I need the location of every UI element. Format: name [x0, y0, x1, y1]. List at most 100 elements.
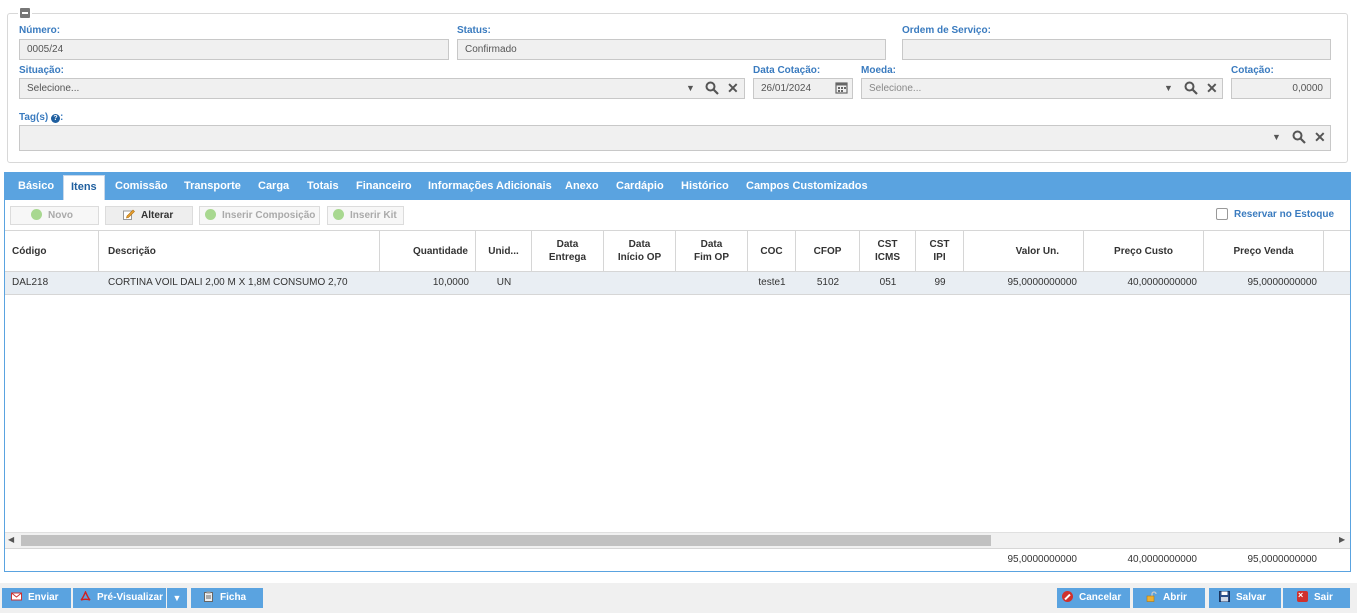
cell-coc: teste1 [758, 277, 786, 288]
scrollbar-thumb[interactable] [21, 535, 991, 546]
total-preco-venda: 95,0000000000 [1247, 554, 1317, 565]
total-valor-un: 95,0000000000 [1007, 554, 1077, 565]
ficha-button[interactable]: Ficha [191, 588, 263, 608]
edit-icon [123, 209, 135, 220]
inserir-composicao-button[interactable]: Inserir Composição [199, 206, 320, 225]
tags-field[interactable] [19, 125, 1331, 151]
col-header-data-fim-op[interactable]: Data Fim OP [676, 231, 748, 271]
cell-cfop: 5102 [816, 277, 840, 288]
tab-basico[interactable]: Básico [18, 180, 54, 192]
cell-cst-ipi: 99 [934, 277, 946, 288]
unlock-icon [1146, 590, 1157, 602]
cell-data-fim-op [676, 272, 748, 294]
col-header-preco-venda[interactable]: Preço Venda [1204, 231, 1324, 271]
tab-transporte[interactable]: Transporte [184, 180, 241, 192]
reservar-estoque-checkbox[interactable] [1216, 208, 1228, 220]
col-header-cst-ipi[interactable]: CST IPI [916, 231, 964, 271]
pre-visualizar-dropdown-button[interactable]: ▼ [167, 588, 187, 608]
tab-historico[interactable]: Histórico [681, 180, 729, 192]
tab-informacoes-adicionais[interactable]: Informações Adicionais [428, 180, 552, 192]
inserir-composicao-label: Inserir Composição [222, 210, 316, 221]
situacao-dropdown-icon[interactable]: ▼ [686, 79, 695, 98]
col-header-cst-icms[interactable]: CST ICMS [860, 231, 916, 271]
col-header-data-inicio-op[interactable]: Data Início OP [604, 231, 676, 271]
tab-cardapio[interactable]: Cardápio [616, 180, 664, 192]
ficha-label: Ficha [220, 592, 247, 603]
collapse-toggle-icon[interactable] [18, 8, 32, 19]
total-preco-custo: 40,0000000000 [1127, 554, 1197, 565]
chevron-down-icon: ▼ [172, 593, 182, 603]
cancelar-button[interactable]: Cancelar [1057, 588, 1130, 608]
pre-visualizar-button[interactable]: Pré-Visualizar [73, 588, 166, 608]
tags-clear-icon[interactable]: ✕ [1314, 128, 1326, 147]
envelope-icon [11, 590, 22, 601]
pdf-icon [80, 590, 91, 601]
col-header-quantidade[interactable]: Quantidade [380, 231, 476, 271]
cell-data-entrega [532, 272, 604, 294]
ordem-servico-field[interactable] [902, 39, 1331, 60]
cell-quantidade: 10,0000 [432, 277, 469, 288]
inserir-kit-label: Inserir Kit [350, 210, 397, 221]
novo-button[interactable]: Novo [10, 206, 99, 225]
tags-search-icon[interactable] [1292, 130, 1306, 144]
cotacao-field[interactable]: 0,0000 [1231, 78, 1331, 99]
tab-totais[interactable]: Totais [307, 180, 339, 192]
col-header-valor-un[interactable]: Valor Un. [964, 231, 1084, 271]
situacao-clear-icon[interactable]: ✕ [727, 79, 739, 98]
alterar-label: Alterar [141, 210, 174, 221]
cotacao-label: Cotação: [1231, 65, 1274, 76]
cell-descricao: CORTINA VOIL DALI 2,00 M X 1,8M CONSUMO … [108, 277, 348, 288]
help-icon[interactable]: ? [51, 114, 61, 123]
reservar-estoque-label[interactable]: Reservar no Estoque [1234, 209, 1334, 220]
sair-label: Sair [1314, 592, 1333, 603]
abrir-label: Abrir [1163, 592, 1187, 603]
enviar-button[interactable]: Enviar [2, 588, 71, 608]
col-header-cfop[interactable]: CFOP [796, 231, 860, 271]
moeda-dropdown-icon[interactable]: ▼ [1164, 79, 1173, 98]
col-header-unidade[interactable]: Unid... [476, 231, 532, 271]
tab-anexo[interactable]: Anexo [565, 180, 599, 192]
cell-data-inicio-op [604, 272, 676, 294]
cell-cst-icms: 051 [879, 277, 897, 288]
scroll-right-icon[interactable]: ▶ [1339, 535, 1345, 544]
cell-valor-un: 95,0000000000 [1007, 277, 1077, 288]
scroll-left-icon[interactable]: ◀ [8, 535, 14, 544]
tab-financeiro[interactable]: Financeiro [356, 180, 412, 192]
situacao-placeholder: Selecione... [27, 83, 80, 94]
cancel-icon [1062, 591, 1073, 602]
cell-codigo: DAL218 [12, 277, 49, 288]
add-icon [205, 209, 216, 220]
calendar-icon[interactable] [835, 81, 848, 94]
numero-label: Número: [19, 25, 61, 36]
tab-carga[interactable]: Carga [258, 180, 289, 192]
sair-button[interactable]: × Sair [1283, 588, 1350, 608]
moeda-clear-icon[interactable]: ✕ [1206, 79, 1218, 98]
abrir-button[interactable]: Abrir [1133, 588, 1205, 608]
situacao-select[interactable]: Selecione... [19, 78, 745, 99]
col-header-preco-custo[interactable]: Preço Custo [1084, 231, 1204, 271]
tab-campos-customizados[interactable]: Campos Customizados [746, 180, 868, 192]
tags-label-suffix: : [60, 112, 64, 123]
salvar-label: Salvar [1236, 592, 1267, 603]
salvar-button[interactable]: Salvar [1209, 588, 1281, 608]
moeda-search-icon[interactable] [1184, 81, 1198, 95]
tags-label-text: Tag(s) [19, 112, 49, 123]
col-header-data-entrega[interactable]: Data Entrega [532, 231, 604, 271]
add-icon [333, 209, 344, 220]
status-field[interactable]: Confirmado [457, 39, 886, 60]
cancelar-label: Cancelar [1079, 592, 1122, 603]
tab-itens[interactable]: Itens [63, 175, 105, 200]
situacao-search-icon[interactable] [705, 81, 719, 95]
col-header-codigo[interactable]: Código [5, 231, 99, 271]
numero-field[interactable]: 0005/24 [19, 39, 449, 60]
alterar-button[interactable]: Alterar [105, 206, 193, 225]
col-header-descricao[interactable]: Descrição [101, 231, 380, 271]
exit-icon: × [1297, 590, 1308, 602]
inserir-kit-button[interactable]: Inserir Kit [327, 206, 404, 225]
col-header-coc[interactable]: COC [748, 231, 796, 271]
add-icon [31, 209, 42, 220]
cell-preco-venda: 95,0000000000 [1247, 277, 1317, 288]
tab-comissao[interactable]: Comissão [115, 180, 168, 192]
tags-dropdown-icon[interactable]: ▼ [1272, 128, 1281, 147]
data-cotacao-label: Data Cotação: [753, 65, 821, 76]
